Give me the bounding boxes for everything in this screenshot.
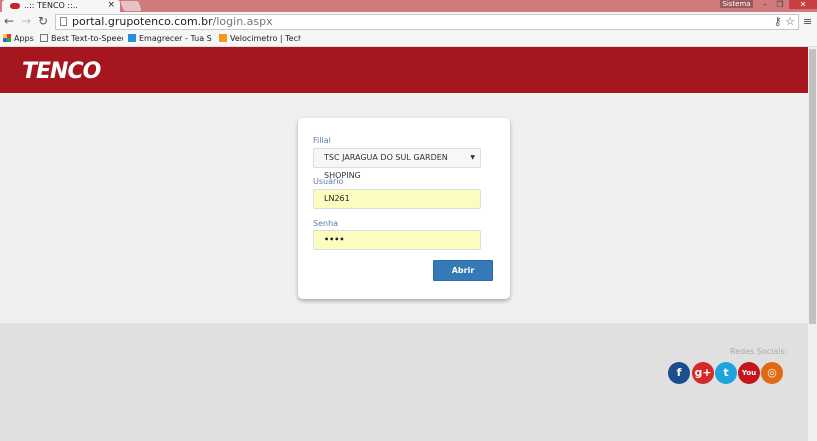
bookmark-item[interactable]: Best Text-to-Speech D: [40, 32, 123, 46]
tab-close-icon[interactable]: ×: [107, 0, 115, 11]
filial-select[interactable]: TSC JARAGUA DO SUL GARDEN SHOPING ▼: [313, 148, 481, 180]
login-card: Filial TSC JARAGUA DO SUL GARDEN SHOPING…: [298, 118, 510, 299]
key-icon[interactable]: ⚷: [774, 15, 782, 28]
browser-toolbar: ← → ↻ portal.grupotenco.com.br/login.asp…: [0, 12, 817, 32]
window-close-icon[interactable]: ✕: [789, 0, 817, 9]
site-footer: [0, 323, 808, 441]
chevron-down-icon: ▼: [470, 154, 475, 161]
page-icon: [40, 34, 48, 42]
bookmark-label: Velocimetro | TechTud: [230, 34, 301, 43]
youtube-icon[interactable]: You: [738, 362, 760, 384]
back-icon[interactable]: ←: [4, 14, 14, 28]
browser-titlebar: ..:: TENCO ::.. × Sistema – ❐ ✕: [0, 0, 817, 12]
plus-icon: [128, 34, 136, 42]
page-icon: [60, 17, 67, 26]
filial-label: Filial: [313, 136, 331, 145]
techtudo-icon: [219, 34, 227, 42]
tenco-logo[interactable]: TENCO: [22, 59, 101, 84]
url-host: portal.grupotenco.com.br: [72, 15, 213, 28]
site-header: TENCO: [0, 47, 808, 93]
instagram-icon[interactable]: ◎: [761, 362, 783, 384]
bookmark-label: Emagrecer - Tua Saúd: [139, 34, 212, 43]
forward-icon[interactable]: →: [21, 14, 31, 28]
twitter-icon[interactable]: t: [715, 362, 737, 384]
bookmark-apps[interactable]: Apps: [3, 32, 34, 46]
facebook-icon[interactable]: f: [668, 362, 690, 384]
bookmarks-bar: Apps Best Text-to-Speech D Emagrecer - T…: [0, 32, 817, 47]
url-path: /login.aspx: [212, 15, 273, 28]
abrir-button[interactable]: Abrir: [433, 260, 493, 281]
bookmark-label: Best Text-to-Speech D: [51, 34, 123, 43]
apps-icon: [3, 34, 11, 42]
bookmark-label: Apps: [14, 34, 34, 43]
browser-tab[interactable]: ..:: TENCO ::.. ×: [2, 0, 120, 12]
google-plus-icon[interactable]: g+: [692, 362, 714, 384]
star-icon[interactable]: ☆: [785, 15, 795, 28]
tenco-favicon: [10, 3, 20, 9]
redes-sociais-label: Redes Sociais:: [730, 347, 788, 356]
reload-icon[interactable]: ↻: [38, 14, 48, 28]
minimize-icon[interactable]: –: [758, 0, 772, 9]
restore-icon[interactable]: ❐: [773, 0, 787, 9]
address-bar[interactable]: portal.grupotenco.com.br/login.aspx ⚷ ☆: [55, 14, 799, 30]
sistema-label: Sistema: [720, 0, 753, 8]
bookmark-item[interactable]: Emagrecer - Tua Saúd: [128, 32, 212, 46]
senha-input[interactable]: ••••: [313, 230, 481, 250]
menu-icon[interactable]: ≡: [803, 15, 812, 28]
new-tab-button[interactable]: [120, 1, 142, 11]
usuario-input[interactable]: LN261: [313, 189, 481, 209]
usuario-label: Usuário: [313, 177, 344, 186]
senha-label: Senha: [313, 219, 339, 228]
filial-value: TSC JARAGUA DO SUL GARDEN SHOPING: [324, 153, 448, 180]
page-scrollbar[interactable]: [808, 47, 817, 441]
tab-title: ..:: TENCO ::..: [24, 1, 78, 10]
scrollbar-thumb[interactable]: [809, 49, 816, 324]
bookmark-item[interactable]: Velocimetro | TechTud: [219, 32, 301, 46]
